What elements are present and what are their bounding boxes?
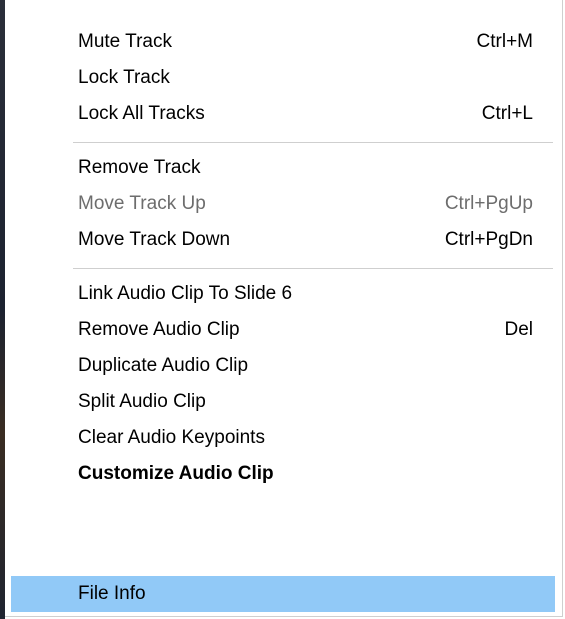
- track-context-menu: Mute Track Ctrl+M Lock Track Lock All Tr…: [5, 0, 563, 617]
- menu-item-label: Customize Audio Clip: [78, 463, 274, 484]
- menu-separator: [73, 268, 553, 269]
- menu-separator: [73, 142, 553, 143]
- menu-item-duplicate-audio-clip[interactable]: Duplicate Audio Clip: [11, 348, 555, 384]
- menu-item-label: Split Audio Clip: [78, 391, 206, 412]
- menu-item-label: Move Track Up: [78, 193, 206, 214]
- menu-item-lock-track[interactable]: Lock Track: [11, 60, 555, 96]
- menu-item-label: Lock All Tracks: [78, 103, 205, 124]
- menu-item-label: Move Track Down: [78, 229, 231, 250]
- menu-item-shortcut: Ctrl+M: [476, 31, 533, 52]
- menu-item-remove-audio-clip[interactable]: Remove Audio Clip Del: [11, 312, 555, 348]
- menu-item-shortcut: Ctrl+PgUp: [444, 193, 533, 214]
- menu-item-label: Mute Track: [78, 31, 172, 52]
- menu-item-label: Link Audio Clip To Slide 6: [78, 283, 293, 304]
- menu-item-label: Remove Audio Clip: [78, 319, 240, 340]
- menu-item-label: Lock Track: [78, 67, 170, 88]
- menu-item-label: File Info: [78, 583, 146, 604]
- menu-item-mute-track[interactable]: Mute Track Ctrl+M: [11, 24, 555, 60]
- menu-item-link-audio-clip[interactable]: Link Audio Clip To Slide 6: [11, 276, 555, 312]
- menu-item-shortcut: Ctrl+PgDn: [444, 229, 533, 250]
- menu-item-shortcut: Ctrl+L: [481, 103, 533, 124]
- menu-item-customize-audio-clip[interactable]: Customize Audio Clip: [11, 456, 555, 492]
- menu-item-split-audio-clip[interactable]: Split Audio Clip: [11, 384, 555, 420]
- menu-item-move-track-up: Move Track Up Ctrl+PgUp: [11, 186, 555, 222]
- menu-item-remove-track[interactable]: Remove Track: [11, 150, 555, 186]
- menu-item-shortcut: Del: [504, 319, 533, 340]
- menu-item-move-track-down[interactable]: Move Track Down Ctrl+PgDn: [11, 222, 555, 258]
- menu-item-clear-audio-keypoints[interactable]: Clear Audio Keypoints: [11, 420, 555, 456]
- menu-item-file-info[interactable]: File Info: [11, 576, 555, 612]
- menu-item-label: Duplicate Audio Clip: [78, 355, 249, 376]
- menu-item-label: Remove Track: [78, 157, 201, 178]
- screen: Mute Track Ctrl+M Lock Track Lock All Tr…: [0, 0, 565, 619]
- menu-item-label: Clear Audio Keypoints: [78, 427, 265, 448]
- menu-item-lock-all-tracks[interactable]: Lock All Tracks Ctrl+L: [11, 96, 555, 132]
